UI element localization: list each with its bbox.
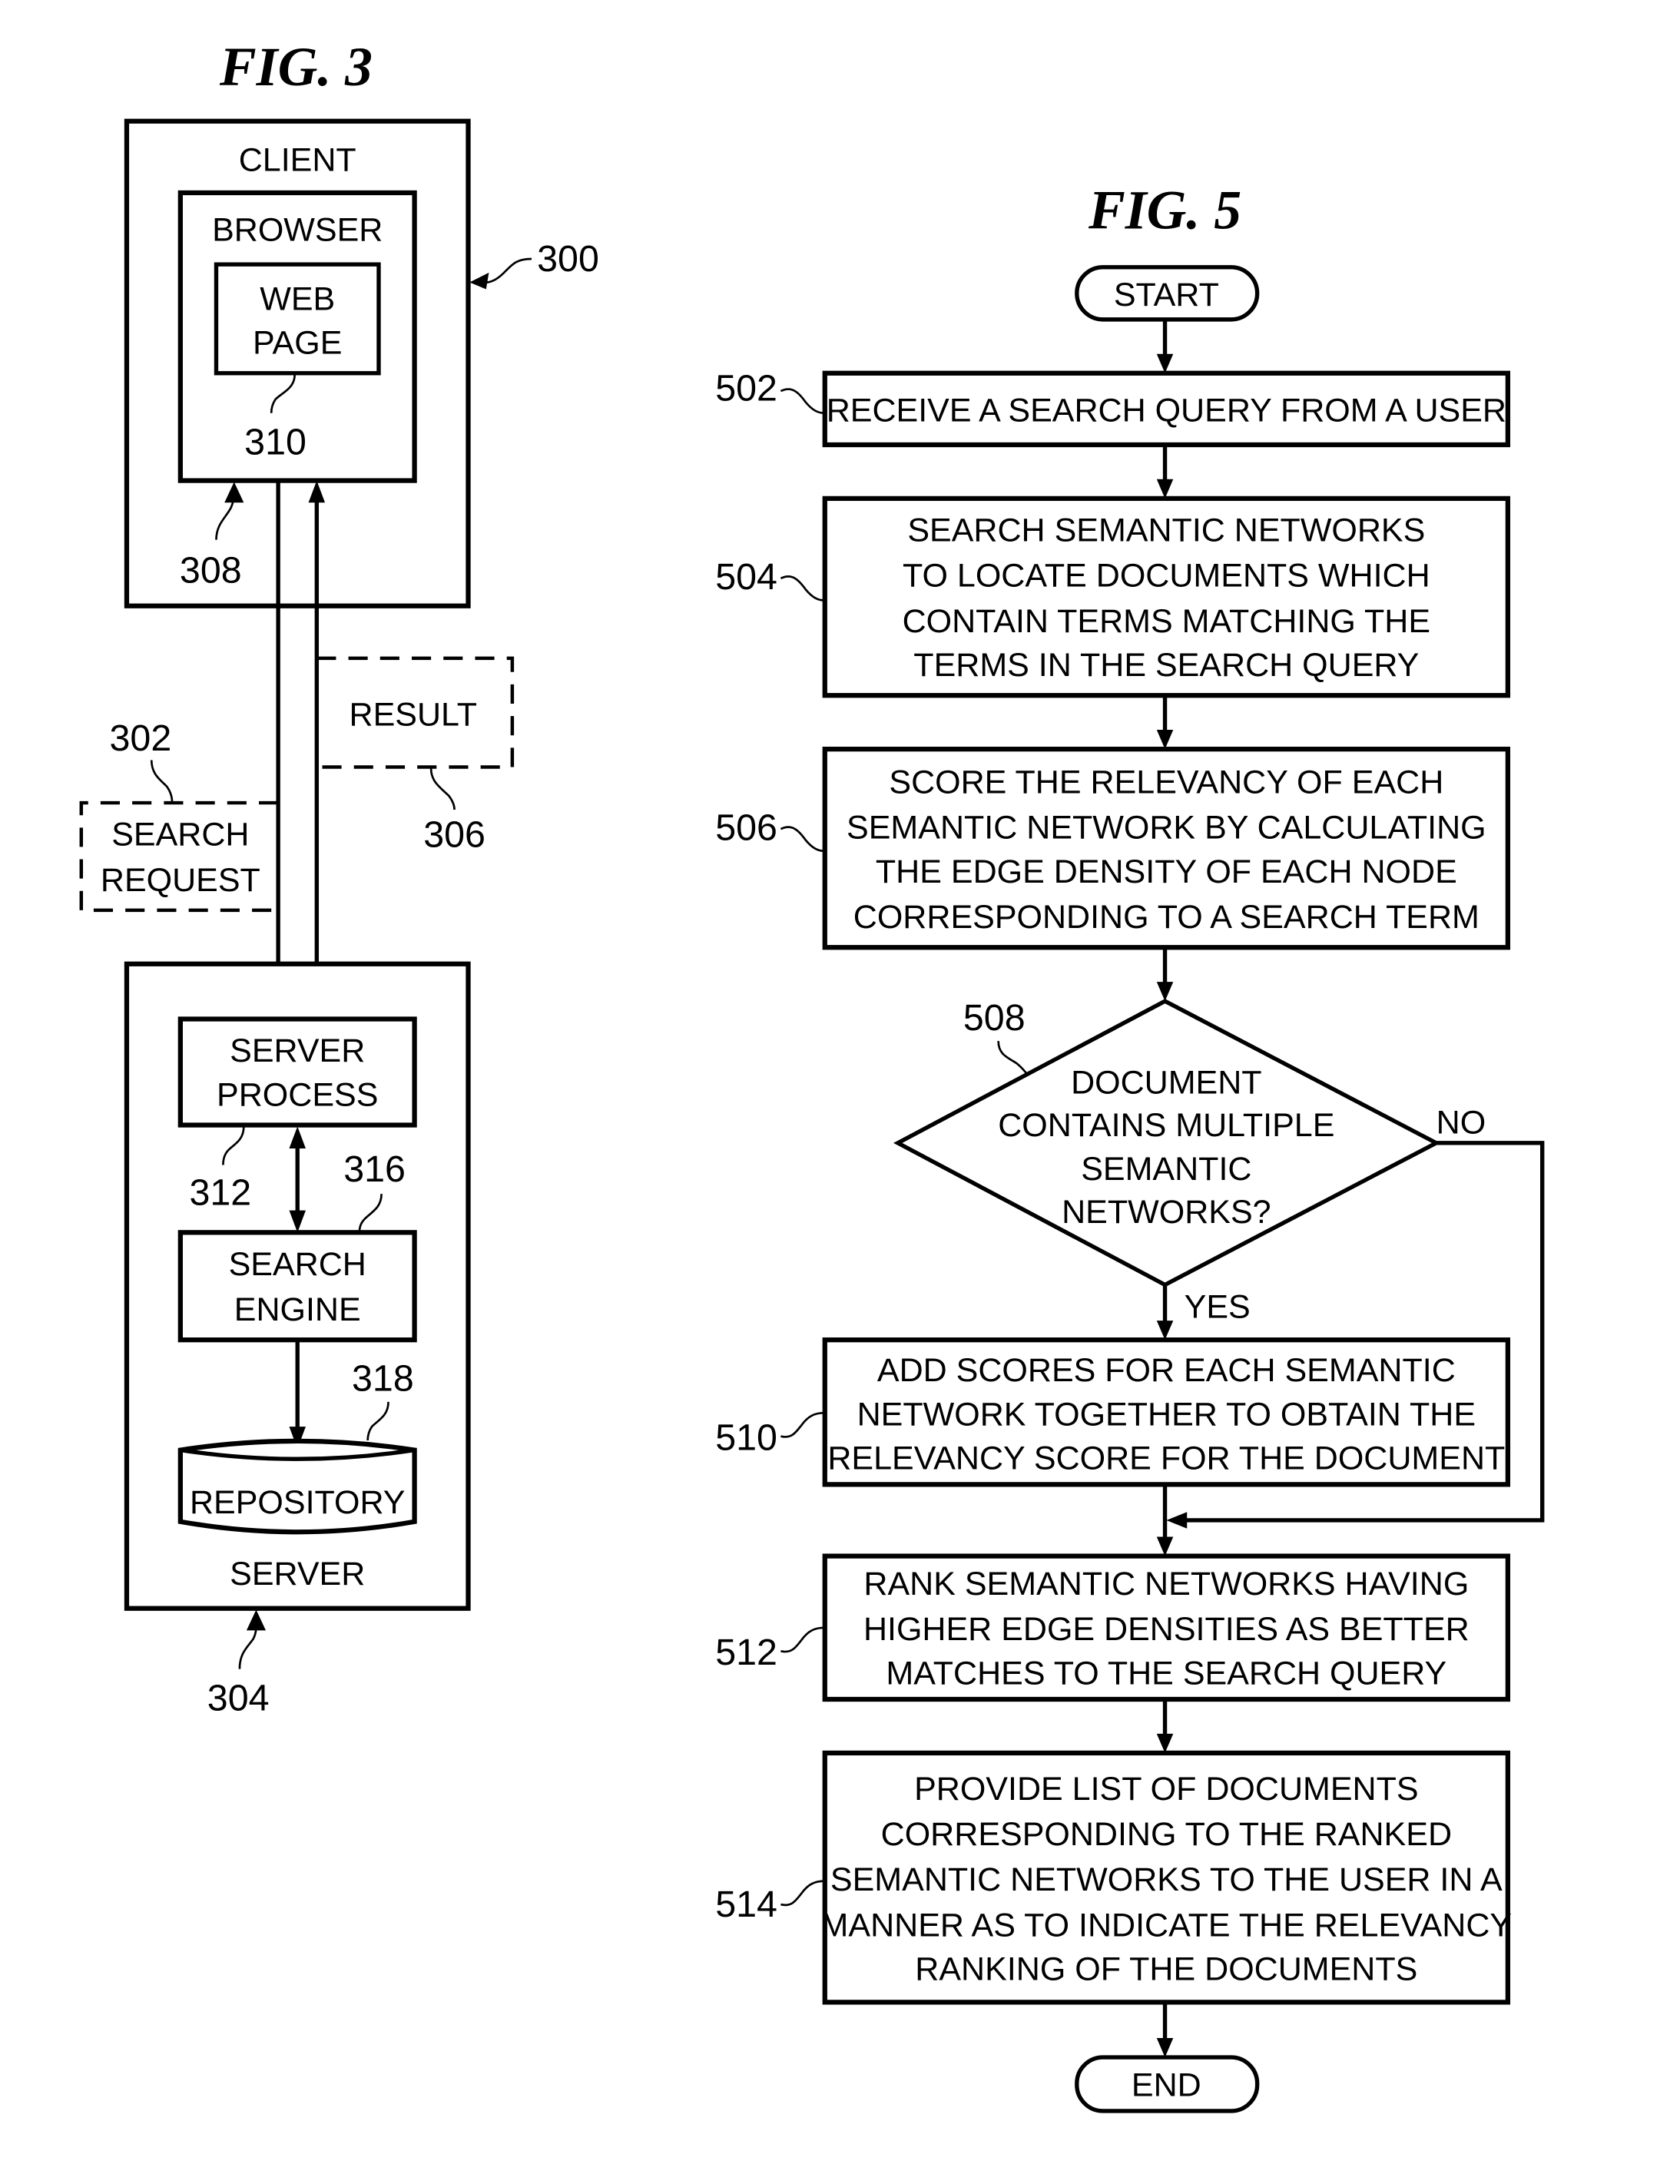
flow-arrowhead-icon — [1156, 353, 1174, 373]
repository-label: REPOSITORY — [190, 1484, 405, 1521]
step-506-ref: 506 — [715, 807, 777, 848]
decision-508-line2: CONTAINS MULTIPLE — [998, 1107, 1334, 1144]
browser-ref: 308 — [180, 549, 242, 591]
step-506-line1: SCORE THE RELEVANCY OF EACH — [889, 764, 1443, 801]
step-504-ref-leader — [780, 575, 825, 602]
server-ref-arrowhead-icon — [246, 1609, 267, 1631]
web-page-label-line2: PAGE — [253, 325, 342, 362]
server-label: SERVER — [230, 1556, 365, 1592]
flow-arrowhead-icon — [1156, 2037, 1174, 2058]
step-506-line4: CORRESPONDING TO A SEARCH TERM — [853, 899, 1480, 936]
step-504-line4: TERMS IN THE SEARCH QUERY — [913, 647, 1419, 684]
web-page-ref: 310 — [244, 422, 307, 463]
step-512-line3: MATCHES TO THE SEARCH QUERY — [886, 1655, 1446, 1692]
step-510-line3: RELEVANCY SCORE FOR THE DOCUMENT — [827, 1440, 1505, 1477]
step-514-ref: 514 — [715, 1884, 777, 1925]
end-label: END — [1132, 2066, 1201, 2103]
step-502-ref-leader — [780, 388, 825, 415]
result-ref: 306 — [423, 814, 485, 855]
fig3: FIG. 3 CLIENT 300 BROWSER WEB PAGE 310 3… — [79, 36, 599, 1718]
client-ref: 300 — [537, 238, 599, 280]
decision-508-line3: SEMANTIC — [1081, 1151, 1251, 1188]
decision-yes-label: YES — [1185, 1288, 1251, 1325]
browser-label: BROWSER — [212, 212, 383, 249]
step-504-ref: 504 — [715, 556, 777, 598]
flow-arrowhead-icon — [1156, 1536, 1174, 1556]
flow-arrowhead-icon — [1156, 982, 1174, 1002]
step-502-ref: 502 — [715, 368, 777, 409]
step-514-line4: MANNER AS TO INDICATE THE RELEVANCY — [821, 1907, 1513, 1944]
repository-ref: 318 — [352, 1357, 414, 1399]
flow-arrowhead-icon — [1156, 1733, 1174, 1753]
step-512-line1: RANK SEMANTIC NETWORKS HAVING — [863, 1566, 1469, 1602]
result-ref-leader — [429, 768, 456, 810]
client-label: CLIENT — [239, 141, 356, 178]
step-512-ref-leader — [780, 1626, 825, 1653]
step-506-line2: SEMANTIC NETWORK BY CALCULATING — [847, 810, 1486, 847]
step-512-line2: HIGHER EDGE DENSITIES AS BETTER — [863, 1611, 1470, 1648]
fig5: FIG. 5 START RECEIVE A SEARCH QUERY FROM… — [715, 180, 1545, 2113]
web-page-label-line1: WEB — [260, 280, 335, 317]
patent-drawing-sheet: FIG. 3 CLIENT 300 BROWSER WEB PAGE 310 3… — [79, 36, 1545, 2113]
search-request-label-line2: REQUEST — [101, 862, 260, 899]
server-ref-leader — [238, 1625, 257, 1669]
fig5-title: FIG. 5 — [1088, 180, 1241, 241]
step-510-line1: ADD SCORES FOR EACH SEMANTIC — [877, 1352, 1456, 1389]
decision-508-line4: NETWORKS? — [1062, 1194, 1271, 1231]
flow-arrowhead-icon — [1156, 479, 1174, 499]
client-ref-arrowhead-icon — [469, 272, 489, 290]
server-process-label-line1: SERVER — [230, 1032, 365, 1069]
step-502-line1: RECEIVE A SEARCH QUERY FROM A USER — [827, 393, 1506, 429]
step-506-line3: THE EDGE DENSITY OF EACH NODE — [876, 853, 1457, 890]
flow-arrowhead-icon — [1166, 1512, 1188, 1529]
flow-arrowhead-icon — [1156, 1321, 1174, 1341]
step-506-ref-leader — [780, 826, 825, 853]
decision-508-ref: 508 — [963, 997, 1026, 1039]
start-label: START — [1114, 277, 1219, 313]
step-504-line2: TO LOCATE DOCUMENTS WHICH — [903, 558, 1430, 595]
step-504-line1: SEARCH SEMANTIC NETWORKS — [907, 512, 1425, 548]
search-request-ref: 302 — [110, 718, 172, 759]
server-process-ref: 312 — [189, 1172, 251, 1213]
fig3-title: FIG. 3 — [219, 36, 373, 98]
search-engine-ref: 316 — [343, 1148, 406, 1190]
decision-508-line1: DOCUMENT — [1071, 1064, 1262, 1101]
step-512-ref: 512 — [715, 1632, 777, 1673]
step-504-line3: CONTAIN TERMS MATCHING THE — [903, 603, 1430, 640]
step-514-line1: PROVIDE LIST OF DOCUMENTS — [914, 1771, 1418, 1808]
search-engine-label-line1: SEARCH — [229, 1246, 366, 1283]
server-process-label-line2: PROCESS — [217, 1076, 378, 1113]
decision-no-label: NO — [1436, 1104, 1486, 1141]
search-request-label-line1: SEARCH — [111, 817, 249, 853]
server-ref: 304 — [207, 1677, 270, 1718]
flow-arrowhead-icon — [1156, 730, 1174, 750]
decision-508-ref-leader — [997, 1041, 1029, 1075]
search-request-ref-leader — [150, 760, 174, 804]
step-514-line3: SEMANTIC NETWORKS TO THE USER IN A — [830, 1861, 1503, 1898]
step-510-line2: NETWORK TOGETHER TO OBTAIN THE — [857, 1396, 1476, 1433]
step-510-ref-leader — [780, 1411, 825, 1438]
step-510-ref: 510 — [715, 1417, 777, 1459]
search-engine-label-line2: ENGINE — [234, 1291, 361, 1328]
step-514-ref-leader — [780, 1880, 825, 1907]
step-514-line5: RANKING OF THE DOCUMENTS — [915, 1951, 1417, 1988]
step-514-line2: CORRESPONDING TO THE RANKED — [881, 1816, 1452, 1853]
result-label: RESULT — [350, 697, 478, 734]
